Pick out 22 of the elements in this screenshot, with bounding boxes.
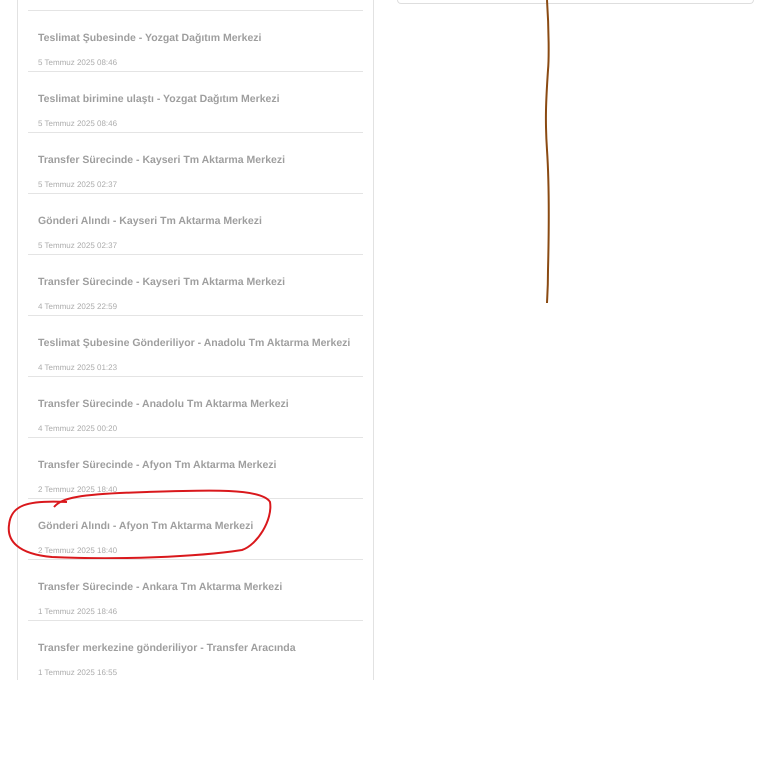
event-date: 4 Temmuz 2025 01:23 bbox=[38, 363, 118, 373]
event-date: 5 Temmuz 2025 08:46 bbox=[38, 119, 118, 129]
event-title: Transfer Sürecinde - Kayseri Tm Aktarma Merkezi bbox=[38, 153, 286, 167]
event-date: 4 Temmuz 2025 00:20 bbox=[38, 424, 118, 434]
event-date: 5 Temmuz 2025 02:37 bbox=[38, 241, 118, 251]
event-date: 2 Temmuz 2025 18:40 bbox=[38, 485, 118, 495]
event-date: 5 Temmuz 2025 02:37 bbox=[38, 180, 118, 190]
event-date: 1 Temmuz 2025 18:46 bbox=[38, 607, 118, 617]
event-date: 5 Temmuz 2025 08:46 bbox=[38, 58, 118, 68]
event-date: 1 Temmuz 2025 16:55 bbox=[38, 668, 118, 678]
event-title: Teslimat Şubesine Gönderiliyor - Anadolu Tm Aktarma Merkezi bbox=[38, 336, 350, 350]
event-title: Gönderi Alındı - Kayseri Tm Aktarma Merkezi bbox=[38, 214, 262, 228]
event-title: Transfer Sürecinde - Ankara Tm Aktarma Merkezi bbox=[38, 580, 282, 594]
event-title: Transfer merkezine gönderiliyor - Transfer Aracında bbox=[38, 641, 296, 655]
event-title: Teslimat birimine ulaştı - Yozgat Dağıtım Merkezi bbox=[38, 92, 280, 106]
event-date: 4 Temmuz 2025 22:59 bbox=[38, 302, 118, 312]
event-title: Transfer Sürecinde - Afyon Tm Aktarma Merkezi bbox=[38, 458, 276, 472]
event-title: Gönderi Alındı - Afyon Tm Aktarma Merkezi bbox=[38, 519, 254, 533]
event-title: Transfer Sürecinde - Anadolu Tm Aktarma Merkezi bbox=[38, 397, 289, 411]
event-title: Transfer Sürecinde - Kayseri Tm Aktarma Merkezi bbox=[38, 275, 286, 289]
event-date: 2 Temmuz 2025 18:40 bbox=[38, 546, 118, 556]
event-title: Teslimat Şubesinde - Yozgat Dağıtım Merkezi bbox=[38, 31, 262, 45]
